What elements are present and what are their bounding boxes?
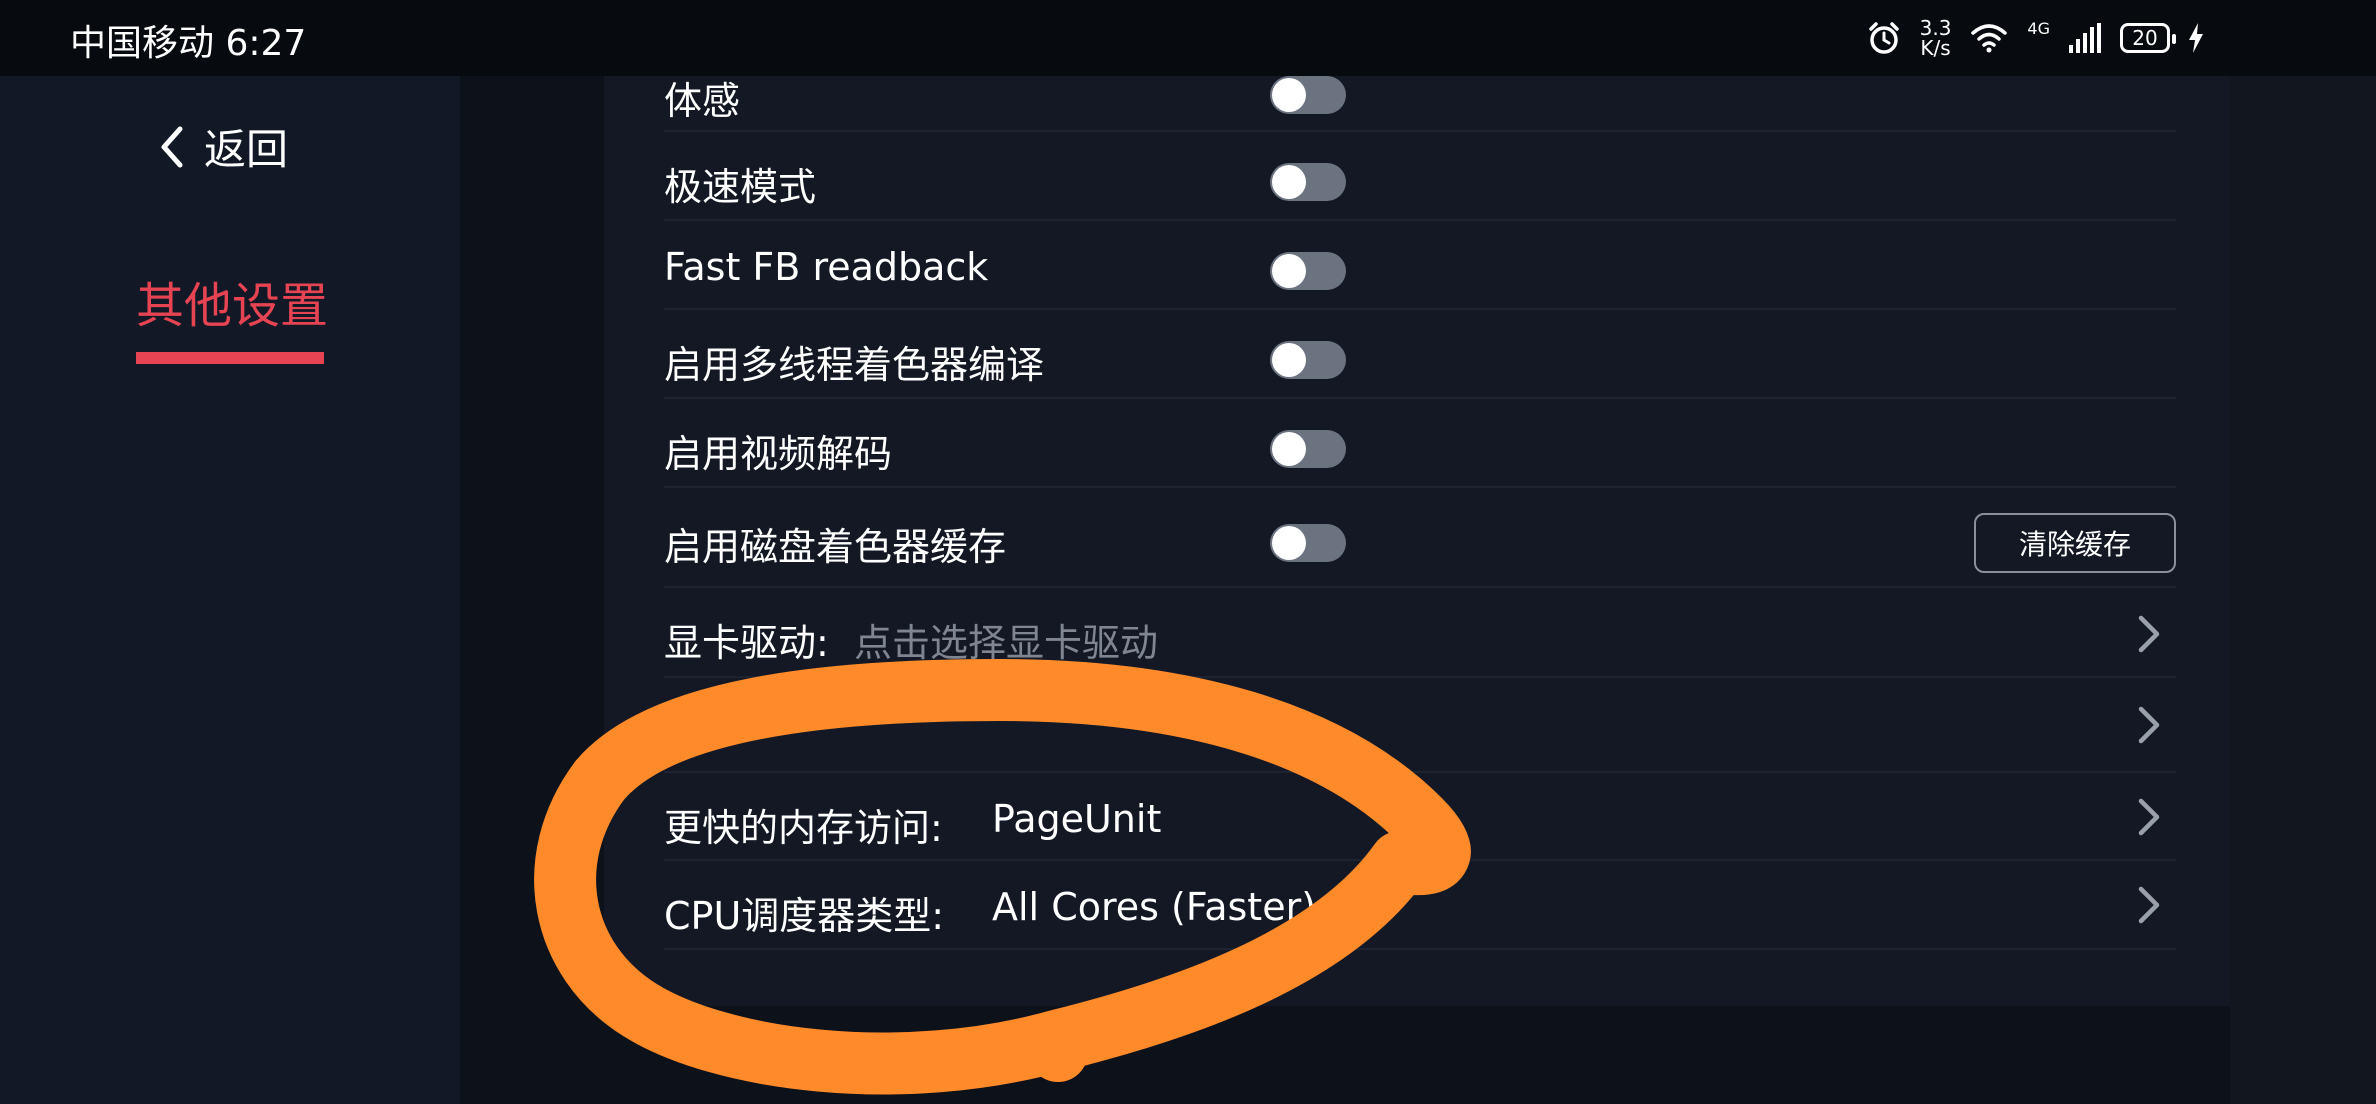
setting-row-video-decode: 启用视频解码 <box>664 399 2176 488</box>
back-label: 返回 <box>204 125 289 174</box>
setting-label: 启用磁盘着色器缓存 <box>664 525 1007 569</box>
charging-icon <box>2189 23 2203 53</box>
video-decode-toggle[interactable] <box>1270 430 1346 468</box>
setting-row-multithread-shader: 启用多线程着色器编译 <box>664 310 2176 399</box>
setting-row-turbo-mode: 极速模式 <box>664 132 2176 221</box>
setting-label: Fast FB readback <box>664 245 989 289</box>
net-speed-unit: K/s <box>1920 36 1951 60</box>
wifi-icon <box>1971 24 2008 53</box>
net-speed: 3.3 K/s <box>1920 18 1952 58</box>
setting-label: 更快的内存访问: <box>664 806 943 850</box>
cpu-scheduler-value: All Cores (Faster) <box>992 885 1317 929</box>
fast-fb-readback-toggle[interactable] <box>1270 252 1346 290</box>
setting-label: 显卡驱动: <box>664 621 829 665</box>
back-button[interactable]: 返回 <box>158 116 288 177</box>
signal-icon <box>2069 23 2101 53</box>
setting-label: 启用视频解码 <box>664 432 893 476</box>
carrier-time: 中国移动 6:27 <box>70 23 307 64</box>
clear-cache-button[interactable]: 清除缓存 <box>1974 513 2176 573</box>
chevron-left-icon <box>161 126 183 167</box>
motion-toggle[interactable] <box>1270 76 1346 114</box>
fast-memory-access-value: PageUnit <box>992 797 1162 841</box>
setting-row-obscured[interactable] <box>664 678 2176 773</box>
battery-icon: 20 <box>2120 23 2176 53</box>
setting-label: CPU调度器类型: <box>664 894 945 938</box>
chevron-right-icon <box>2138 886 2160 924</box>
toggle-knob <box>1272 526 1306 560</box>
alarm-icon <box>1868 22 1899 54</box>
chevron-right-icon <box>2138 798 2160 836</box>
toggle-knob <box>1272 432 1306 466</box>
gpu-driver-placeholder: 点击选择显卡驱动 <box>854 621 1159 665</box>
disk-shader-cache-toggle[interactable] <box>1270 524 1346 562</box>
setting-row-cpu-scheduler[interactable]: CPU调度器类型: All Cores (Faster) <box>664 861 2176 950</box>
chevron-right-icon <box>2138 615 2160 653</box>
sidebar: 返回 其他设置 <box>0 76 460 1104</box>
toggle-knob <box>1272 78 1306 112</box>
setting-row-gpu-driver[interactable]: 显卡驱动: 点击选择显卡驱动 <box>664 588 2176 678</box>
toggle-knob <box>1272 343 1306 377</box>
active-tab-indicator <box>136 352 324 364</box>
status-bar: 中国移动 6:27 3.3 K/s 4G 20 <box>0 0 2376 76</box>
chevron-right-icon <box>2138 706 2160 744</box>
setting-label: 体感 <box>664 79 741 123</box>
tab-other-settings[interactable]: 其他设置 <box>136 266 328 336</box>
toggle-knob <box>1272 165 1306 199</box>
network-type: 4G <box>2027 18 2050 38</box>
multithread-shader-toggle[interactable] <box>1270 341 1346 379</box>
setting-row-motion: 体感 <box>664 76 2176 132</box>
setting-row-fast-memory-access[interactable]: 更快的内存访问: PageUnit <box>664 773 2176 861</box>
toggle-knob <box>1272 254 1306 288</box>
setting-label: 启用多线程着色器编译 <box>664 343 1045 387</box>
net-speed-value: 3.3 <box>1919 16 1952 40</box>
turbo-mode-toggle[interactable] <box>1270 163 1346 201</box>
setting-row-disk-shader-cache: 启用磁盘着色器缓存 清除缓存 <box>664 488 2176 588</box>
status-icons: 3.3 K/s 4G 20 <box>1866 14 2204 62</box>
screen: 中国移动 6:27 3.3 K/s 4G 20 返回 其他设置 体感 极速模式 … <box>0 0 2376 1104</box>
setting-label: 极速模式 <box>664 165 817 209</box>
battery-level: 20 <box>2132 26 2158 50</box>
setting-row-fast-fb-readback: Fast FB readback <box>664 221 2176 310</box>
